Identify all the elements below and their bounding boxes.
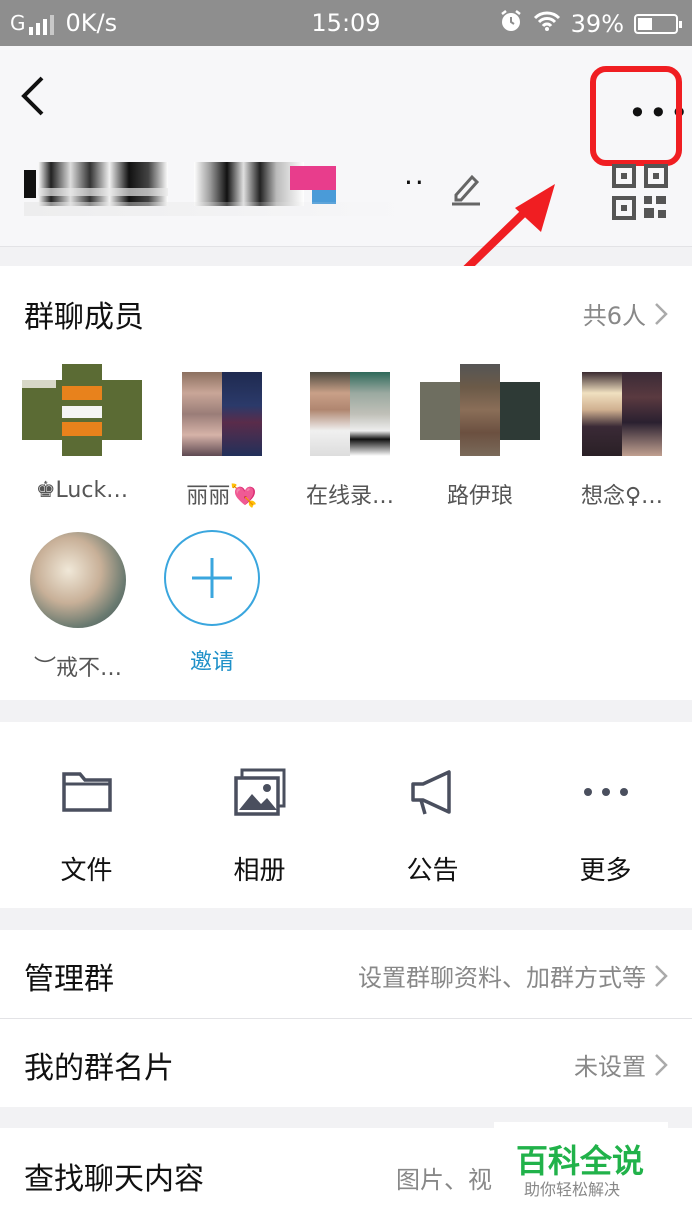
members-title: 群聊成员	[24, 300, 144, 335]
watermark-subtitle: 助你轻松解决	[524, 1180, 621, 1199]
avatar	[310, 364, 390, 456]
highlight-box	[590, 66, 682, 166]
members-section: 群聊成员 共6人 ♚Luck… 丽丽💘 在线录… 路伊琅 想念♀… ︶戒不… 邀…	[0, 266, 692, 700]
folder-icon	[0, 768, 173, 820]
tool-label: 文件	[60, 856, 113, 886]
invite-button[interactable]: 邀请	[144, 530, 280, 676]
group-name[interactable]: ··	[24, 158, 424, 218]
battery-icon	[634, 14, 682, 34]
more-tools-button[interactable]: 更多	[519, 722, 692, 887]
battery-percent: 39%	[570, 10, 624, 38]
row-value: 未设置	[574, 1053, 646, 1081]
watermark: 百科全说 助你轻松解决	[494, 1122, 668, 1204]
tool-label: 相册	[233, 856, 286, 886]
album-button[interactable]: 相册	[173, 722, 346, 887]
row-label: 查找聊天内容	[24, 1162, 204, 1197]
member-item[interactable]: 路伊琅	[412, 364, 548, 510]
more-options-button[interactable]: •••	[590, 66, 689, 166]
members-count-link[interactable]: 共6人	[583, 296, 668, 331]
qr-code-icon	[612, 164, 668, 220]
invite-label: 邀请	[189, 650, 234, 675]
member-item[interactable]: ︶戒不…	[10, 532, 146, 682]
avatar	[22, 364, 142, 456]
status-bar: G 0K/s 15:09 39%	[0, 0, 692, 46]
add-icon	[164, 530, 260, 626]
member-name: 丽丽💘	[186, 484, 258, 509]
member-name: 想念♀…	[580, 484, 664, 509]
my-group-card-row[interactable]: 我的群名片 未设置	[0, 1019, 692, 1107]
row-value-wrap: 设置群聊资料、加群方式等	[358, 958, 668, 993]
manage-group-row[interactable]: 管理群 设置群聊资料、加群方式等	[0, 930, 692, 1018]
qr-code-button[interactable]	[612, 164, 668, 220]
files-button[interactable]: 文件	[0, 722, 173, 887]
row-label: 管理群	[24, 962, 114, 997]
row-value: 图片、视	[396, 1166, 492, 1194]
avatar	[30, 532, 126, 628]
members-count: 共6人	[582, 302, 646, 330]
group-name-ellipsis: ··	[404, 166, 426, 199]
member-name: 在线录…	[305, 484, 394, 509]
announcement-button[interactable]: 公告	[346, 722, 519, 887]
group-header: ••• ··	[0, 46, 692, 247]
row-label: 我的群名片	[24, 1051, 174, 1086]
chevron-right-icon	[655, 964, 668, 987]
member-item[interactable]: 丽丽💘	[154, 364, 290, 510]
member-name: ♚Luck…	[35, 478, 129, 503]
row-value-wrap: 未设置	[574, 1047, 668, 1082]
member-item[interactable]: 在线录…	[282, 364, 418, 510]
row-value-wrap: 图片、视	[396, 1160, 492, 1195]
more-icon	[519, 768, 692, 820]
member-item[interactable]: ♚Luck…	[14, 364, 150, 503]
row-value: 设置群聊资料、加群方式等	[358, 964, 646, 992]
back-button[interactable]	[18, 74, 48, 118]
avatar	[182, 364, 262, 456]
chevron-right-icon	[655, 1053, 668, 1076]
tool-label: 更多	[579, 856, 632, 886]
member-name: ︶戒不…	[33, 656, 122, 681]
member-name: 路伊琅	[446, 484, 513, 509]
alarm-icon	[499, 9, 523, 39]
avatar	[582, 364, 662, 456]
member-item[interactable]: 想念♀…	[554, 364, 690, 510]
chevron-left-icon	[21, 76, 44, 116]
megaphone-icon	[346, 768, 519, 820]
avatar	[420, 364, 540, 456]
tool-label: 公告	[406, 856, 459, 886]
tools-section: 文件 相册 公告 更多	[0, 722, 692, 908]
album-icon	[173, 768, 346, 820]
wifi-icon	[533, 10, 561, 38]
chevron-right-icon	[655, 302, 668, 325]
